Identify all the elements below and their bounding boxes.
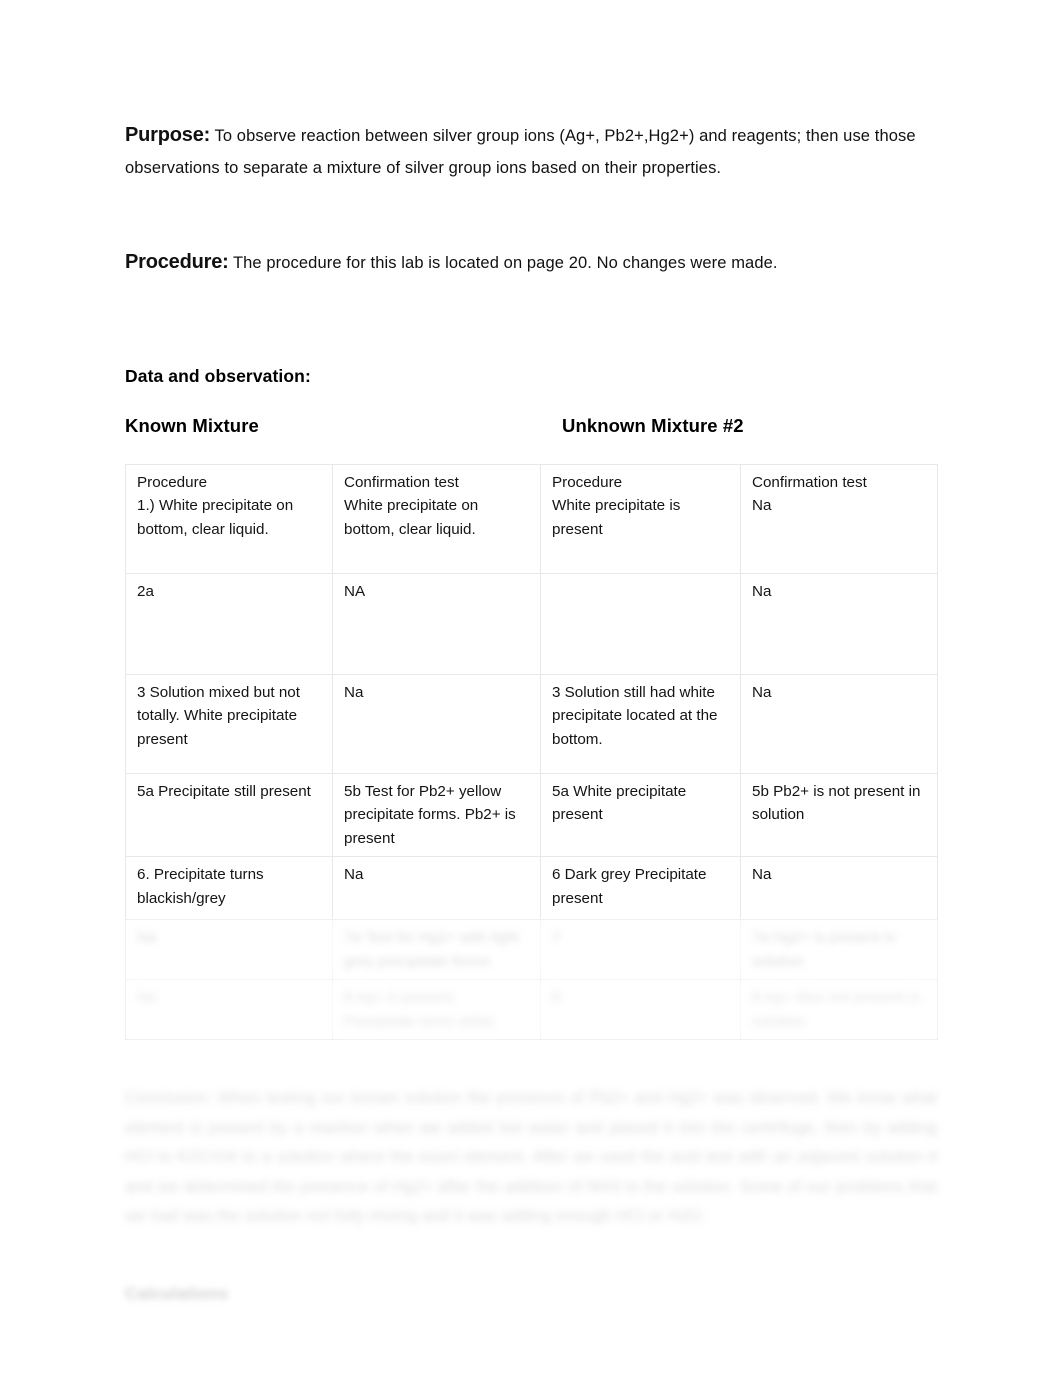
header-known-procedure: Procedure [137, 473, 208, 491]
cell-unknown-confirmation: 5b Pb2+ is not present in solution [740, 772, 938, 858]
value-unknown-confirmation: Na [752, 497, 772, 515]
spacer-procedure-data [125, 281, 937, 366]
purpose-paragraph: Purpose: To observe reaction between sil… [125, 118, 937, 183]
cell-known-confirmation: Na [332, 856, 541, 921]
purpose-text: To observe reaction between silver group… [125, 127, 916, 177]
table-row: 6. Precipitate turns blackish/grey Na 6 … [125, 856, 938, 921]
table-row: 2a NA Na [125, 572, 938, 675]
unknown-mixture-heading: Unknown Mixture #2 [562, 414, 744, 436]
cell-unknown-procedure: 6 Dark grey Precipitate present [540, 856, 741, 921]
cell-known-procedure: 5a Precipitate still present [125, 772, 333, 858]
cell-known-confirmation: 8 Ag+ is present. Precipitate turns whit… [332, 979, 541, 1041]
cell-unknown-procedure: Procedure White precipitate is present [540, 463, 741, 574]
value-unknown-procedure: White precipitate is present [552, 497, 681, 538]
table-row: Procedure 1.) White precipitate on botto… [125, 463, 938, 574]
procedure-text: The procedure for this lab is located on… [228, 253, 778, 272]
cell-unknown-confirmation: 7a Hg2+ is present in solution [740, 919, 938, 981]
cell-known-procedure: 6. Precipitate turns blackish/grey [125, 856, 333, 921]
cell-unknown-confirmation: Na [740, 856, 938, 921]
conclusion-paragraph: Conclusion: When testing our known solut… [125, 1089, 937, 1226]
cell-unknown-confirmation: Na [740, 673, 938, 774]
cell-known-confirmation: NA [332, 572, 541, 675]
cell-unknown-procedure: 7 [540, 919, 741, 981]
observation-table-container: Procedure 1.) White precipitate on botto… [125, 463, 938, 1041]
table-row: Na 8 Ag+ is present. Precipitate turns w… [125, 979, 938, 1041]
cell-known-confirmation: Confirmation test White precipitate on b… [332, 463, 541, 574]
cell-known-confirmation: 5b Test for Pb2+ yellow precipitate form… [332, 772, 541, 858]
known-mixture-heading: Known Mixture [125, 414, 259, 436]
header-unknown-confirmation: Confirmation test [752, 473, 867, 491]
header-unknown-procedure: Procedure [552, 473, 623, 491]
cell-known-procedure: Na [125, 979, 333, 1041]
cell-unknown-confirmation: 8 Ag+ Also not present in solution. [740, 979, 938, 1041]
cell-known-procedure: Procedure 1.) White precipitate on botto… [125, 463, 333, 574]
cell-known-procedure: 2a [125, 572, 333, 675]
cell-known-confirmation: Na [332, 673, 541, 774]
document-page: Purpose: To observe reaction between sil… [0, 0, 1062, 1376]
cell-known-confirmation: 7a Test for Hg2+ with light grey precipi… [332, 919, 541, 981]
cell-unknown-confirmation: Na [740, 572, 938, 675]
purpose-label: Purpose: [125, 124, 211, 146]
table-row: Na 7a Test for Hg2+ with light grey prec… [125, 919, 938, 981]
cell-known-procedure: 3 Solution mixed but not totally. White … [125, 673, 333, 774]
header-known-confirmation: Confirmation test [344, 473, 459, 491]
cell-unknown-procedure: 3 Solution still had white precipitate l… [540, 673, 741, 774]
table-row: 5a Precipitate still present 5b Test for… [125, 772, 938, 858]
spacer-purpose-procedure [125, 183, 937, 245]
document-body: Purpose: To observe reaction between sil… [125, 118, 938, 1321]
cell-unknown-procedure [540, 572, 741, 675]
cell-unknown-procedure: 5a White precipitate present [540, 772, 741, 858]
mixture-headings: Known Mixture Unknown Mixture #2 [125, 415, 937, 445]
calculations-heading: Calculations [125, 1283, 229, 1303]
observation-table: Procedure 1.) White precipitate on botto… [125, 463, 938, 1041]
procedure-paragraph: Procedure: The procedure for this lab is… [125, 245, 937, 281]
cell-unknown-confirmation: Confirmation test Na [740, 463, 938, 574]
data-section-title: Data and observation: [125, 365, 311, 386]
cell-known-procedure: Na [125, 919, 333, 981]
value-known-procedure: 1.) White precipitate on bottom, clear l… [137, 497, 294, 538]
value-known-confirmation: White precipitate on bottom, clear liqui… [344, 497, 479, 538]
cell-unknown-procedure: 8 [540, 979, 741, 1041]
table-row: 3 Solution mixed but not totally. White … [125, 673, 938, 774]
procedure-label: Procedure: [125, 250, 229, 273]
